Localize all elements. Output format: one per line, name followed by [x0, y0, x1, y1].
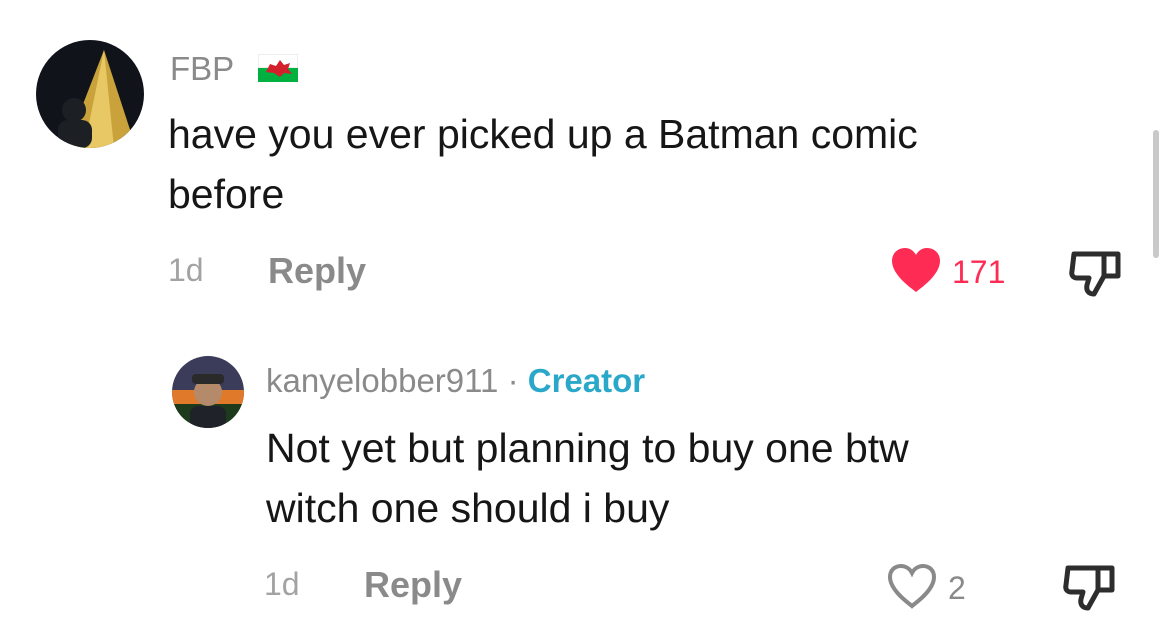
- reply-button[interactable]: Reply: [268, 250, 366, 292]
- avatar[interactable]: [36, 40, 144, 148]
- dislike-icon[interactable]: [1068, 248, 1126, 303]
- avatar[interactable]: [172, 356, 244, 428]
- comment-text-line: before: [168, 171, 285, 217]
- reply-button[interactable]: Reply: [364, 564, 462, 606]
- heart-filled-icon[interactable]: [890, 246, 942, 299]
- comment-username[interactable]: kanyelobber911 · Creator: [266, 362, 645, 400]
- like-button[interactable]: 2: [886, 562, 966, 615]
- username-text[interactable]: FBP: [170, 50, 234, 87]
- like-count: 2: [948, 570, 966, 606]
- like-count: 171: [952, 254, 1006, 290]
- timestamp: 1d: [168, 252, 204, 288]
- comment-username[interactable]: FBP: [170, 50, 234, 88]
- comment-text-line: witch one should i buy: [266, 485, 670, 531]
- separator-dot: ·: [507, 362, 519, 399]
- like-button[interactable]: 171: [890, 246, 1005, 299]
- comment-text-line: Not yet but planning to buy one btw: [266, 425, 909, 471]
- comment-text: Not yet but planning to buy one btw witc…: [266, 418, 909, 538]
- heart-outline-icon[interactable]: [886, 562, 938, 615]
- dislike-icon[interactable]: [1062, 562, 1120, 617]
- comment-text-line: have you ever picked up a Batman comic: [168, 111, 918, 157]
- creator-badge: Creator: [527, 362, 646, 399]
- wales-flag-icon: [257, 53, 299, 87]
- comment-text: have you ever picked up a Batman comic b…: [168, 104, 918, 224]
- timestamp: 1d: [264, 566, 300, 602]
- username-text[interactable]: kanyelobber911: [266, 362, 498, 399]
- scrollbar[interactable]: [1153, 130, 1159, 258]
